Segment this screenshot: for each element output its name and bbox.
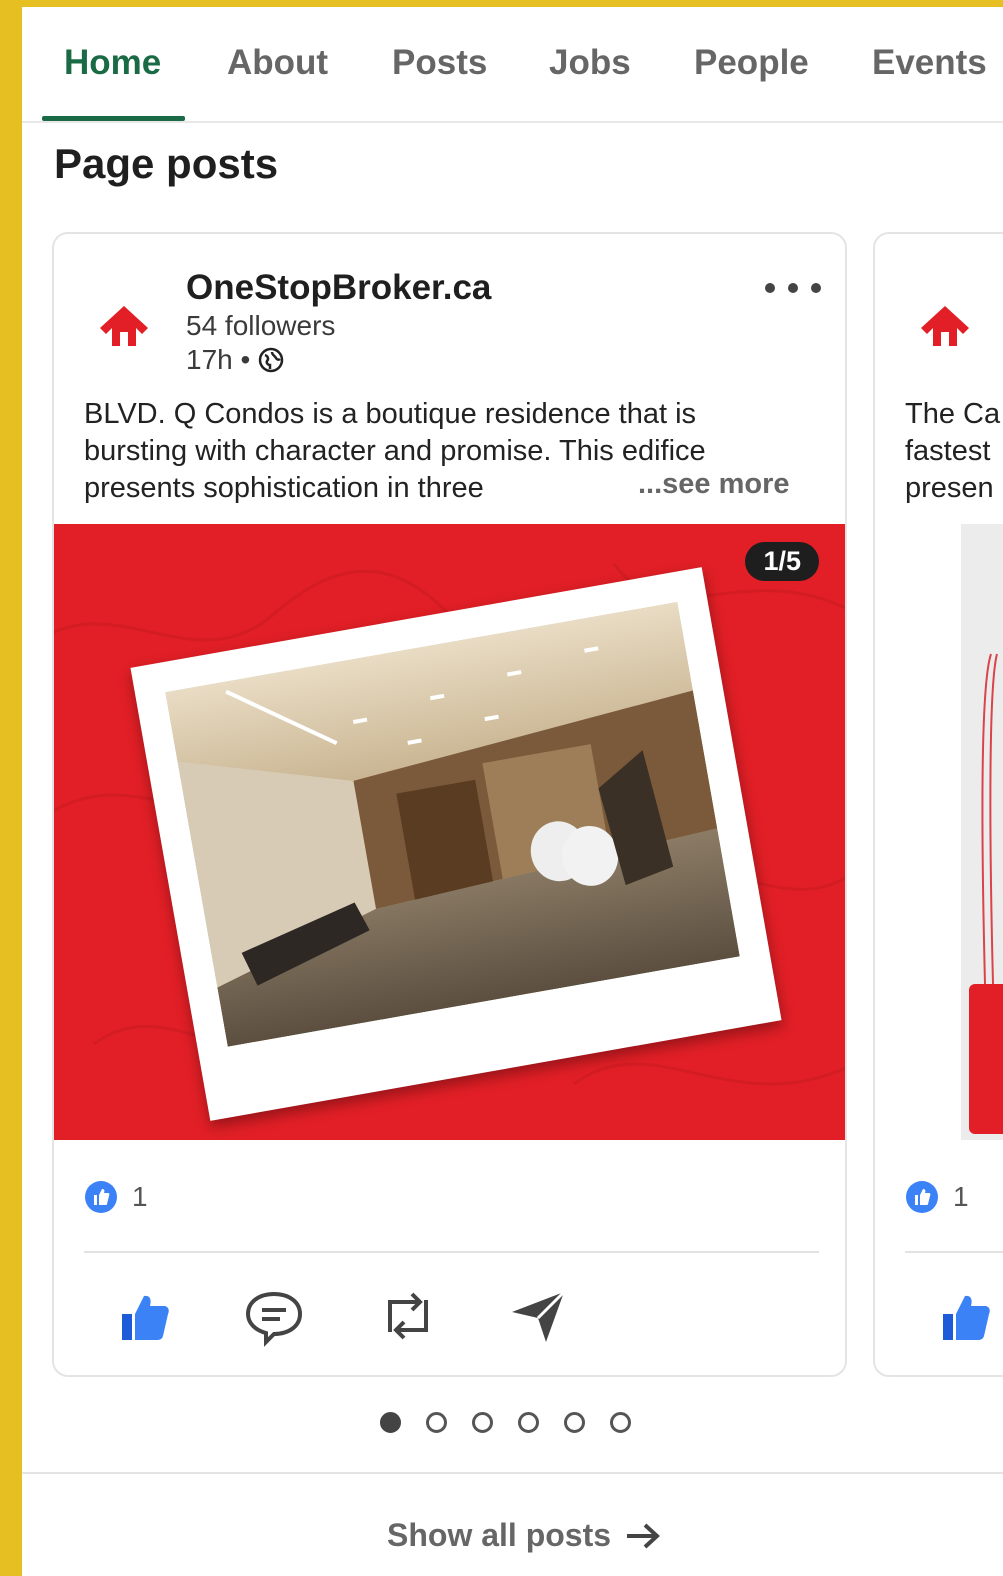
tab-bar: Home About Posts Jobs People Events xyxy=(22,7,1003,123)
see-more-link[interactable]: ...see more xyxy=(632,468,790,501)
page-title: Page posts xyxy=(54,140,279,187)
send-icon[interactable] xyxy=(506,1284,570,1348)
carousel-dot[interactable] xyxy=(564,1412,585,1433)
home-logo-icon[interactable] xyxy=(919,304,971,348)
post-card[interactable]: The Ca fastest presen 1 xyxy=(873,232,1003,1377)
tab-jobs[interactable]: Jobs xyxy=(549,43,631,83)
tab-people[interactable]: People xyxy=(694,43,809,83)
post-image[interactable]: 1/5 xyxy=(54,524,845,1140)
more-icon-dot xyxy=(788,283,798,293)
show-all-posts-label: Show all posts xyxy=(387,1517,612,1553)
gym-illustration xyxy=(165,601,740,1047)
home-logo-icon[interactable] xyxy=(98,304,150,348)
carousel-dot[interactable] xyxy=(426,1412,447,1433)
active-tab-indicator xyxy=(42,116,185,121)
gym-photo xyxy=(165,601,740,1047)
post-author[interactable]: OneStopBroker.ca xyxy=(186,268,491,308)
tab-about[interactable]: About xyxy=(227,43,328,83)
post-card[interactable]: OneStopBroker.ca 54 followers 17h • BLVD… xyxy=(52,232,847,1377)
tab-home[interactable]: Home xyxy=(64,43,161,83)
divider xyxy=(905,1251,1003,1253)
carousel-dot[interactable] xyxy=(610,1412,631,1433)
action-bar xyxy=(114,1284,594,1354)
comment-icon[interactable] xyxy=(242,1284,306,1348)
action-bar xyxy=(935,1284,1003,1354)
screen: Home About Posts Jobs People Events Page… xyxy=(22,7,1003,1576)
reaction-count: 1 xyxy=(132,1181,148,1212)
reaction-count: 1 xyxy=(953,1181,969,1212)
globe-icon xyxy=(259,347,284,373)
media-counter: 1/5 xyxy=(745,542,819,581)
more-icon-dot xyxy=(811,283,821,293)
carousel-dot[interactable] xyxy=(472,1412,493,1433)
post-time: 17h • xyxy=(186,344,284,376)
divider xyxy=(22,1472,1003,1474)
carousel-dot[interactable] xyxy=(380,1412,401,1433)
show-all-posts-button[interactable]: Show all posts xyxy=(387,1517,661,1554)
tab-events[interactable]: Events xyxy=(872,43,987,83)
tab-posts[interactable]: Posts xyxy=(392,43,487,83)
reaction-summary[interactable]: 1 xyxy=(905,1180,969,1214)
like-reaction-icon xyxy=(906,1181,938,1213)
follower-count: 54 followers xyxy=(186,310,336,341)
post-image-graphic xyxy=(961,524,1003,1140)
like-reaction-icon xyxy=(85,1181,117,1213)
like-icon[interactable] xyxy=(114,1284,178,1348)
more-icon-dot xyxy=(765,283,775,293)
post-time-label: 17h • xyxy=(186,344,251,375)
post-text: The Ca fastest presen xyxy=(905,398,1001,504)
arrow-right-icon xyxy=(627,1523,660,1548)
carousel-dot[interactable] xyxy=(518,1412,539,1433)
divider xyxy=(84,1251,819,1253)
like-icon[interactable] xyxy=(935,1284,999,1348)
post-image[interactable] xyxy=(961,524,1003,1140)
carousel-indicators xyxy=(380,1412,631,1433)
repost-icon[interactable] xyxy=(376,1284,440,1348)
reaction-summary[interactable]: 1 xyxy=(84,1180,148,1214)
more-options-button[interactable] xyxy=(765,278,821,298)
